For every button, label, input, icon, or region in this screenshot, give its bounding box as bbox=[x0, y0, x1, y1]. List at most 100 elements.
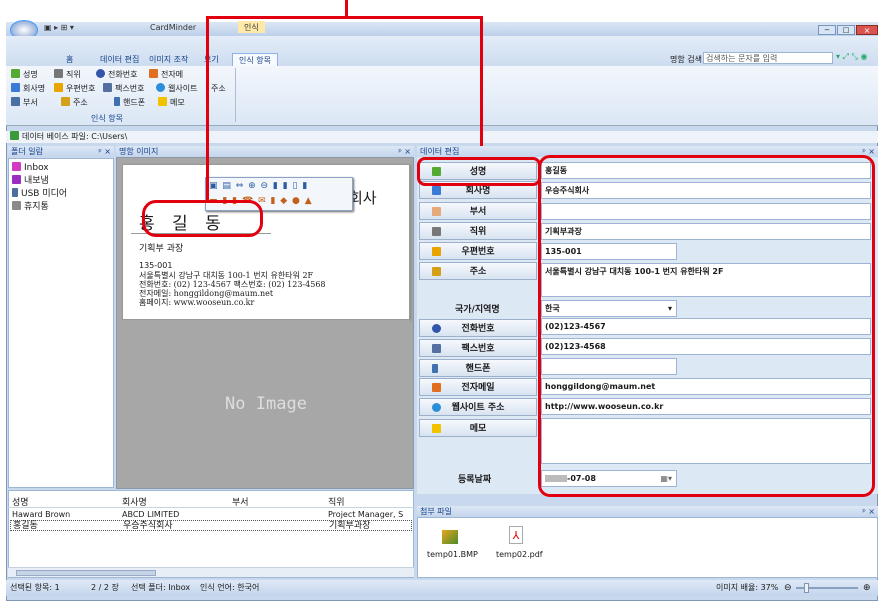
status-bar: 선택된 항목: 1 2 / 2 장 선택 폴더: Inbox 인식 언어: 한국… bbox=[6, 580, 878, 596]
phone-icon bbox=[96, 69, 105, 78]
field-button-memo[interactable]: 메모 bbox=[419, 419, 537, 437]
ribbon-item-fax[interactable]: 팩스번호 bbox=[103, 83, 144, 95]
field-button-postal[interactable]: 우편번호 bbox=[419, 242, 537, 260]
field-button-address[interactable]: 주소 bbox=[419, 262, 537, 280]
zoom-in-button[interactable]: ⊕ bbox=[863, 580, 871, 596]
house-icon bbox=[61, 97, 70, 106]
tab-home[interactable]: 홈 bbox=[60, 53, 79, 66]
scrollbar-thumb[interactable] bbox=[16, 570, 156, 576]
ribbon-item-label: 주소 bbox=[211, 84, 226, 93]
field-label: 우편번호 bbox=[461, 247, 495, 257]
ribbon-item-title[interactable]: 직위 bbox=[54, 69, 81, 81]
field-button-fax[interactable]: 팩스번호 bbox=[419, 339, 537, 357]
field-button-department[interactable]: 부서 bbox=[419, 202, 537, 220]
field-button-phone[interactable]: 전화번호 bbox=[419, 319, 537, 337]
horizontal-scrollbar[interactable] bbox=[8, 567, 414, 577]
department-icon bbox=[11, 97, 20, 106]
zoom-out-button[interactable]: ⊖ bbox=[784, 580, 792, 596]
ribbon-item-label: 주소 bbox=[73, 98, 88, 107]
ribbon-item-label: 직위 bbox=[66, 70, 81, 79]
zoom-slider[interactable] bbox=[796, 583, 858, 593]
memo-icon bbox=[158, 97, 167, 106]
tab-data-edit[interactable]: 데이터 편집 bbox=[94, 53, 145, 66]
field-label: 부서 bbox=[469, 207, 487, 217]
ribbon-item-label: 부서 bbox=[23, 98, 38, 107]
field-button-email[interactable]: 전자메일 bbox=[419, 378, 537, 396]
ribbon-item-department[interactable]: 부서 bbox=[11, 97, 38, 109]
bmp-file-icon[interactable] bbox=[442, 530, 458, 544]
ribbon-item-name[interactable]: 성명 bbox=[11, 69, 38, 81]
cell-title: Project Manager, S bbox=[328, 510, 404, 519]
no-image-area: No Image bbox=[122, 320, 410, 488]
globe-icon bbox=[156, 83, 165, 92]
tab-recognition-items[interactable]: 인식 항목 bbox=[232, 53, 278, 66]
ribbon-item-address2[interactable]: 주소 bbox=[61, 97, 88, 109]
folder-item-trash[interactable]: 휴지통 bbox=[12, 201, 49, 212]
folder-item-exported[interactable]: 내보냄 bbox=[12, 175, 49, 186]
card-company: 회사 bbox=[349, 189, 377, 207]
ribbon-tab-strip: 홈 데이터 편집 이미지 조작 보기 인식 항목 명함 검색: 검색하는 문자를… bbox=[6, 36, 878, 66]
panel-close-icon[interactable]: ᵖ × bbox=[862, 506, 875, 517]
folder-item-label: Inbox bbox=[24, 163, 49, 173]
table-row[interactable]: 홍길동 우승주식회사 기획부과장 bbox=[10, 520, 412, 531]
search-label: 명함 검색: bbox=[670, 55, 705, 64]
field-button-website[interactable]: 웹사이트 주소 bbox=[419, 398, 537, 416]
department-icon bbox=[432, 207, 441, 216]
close-button[interactable]: × bbox=[856, 25, 878, 35]
card-postal: 135-001 bbox=[139, 261, 173, 270]
card-web: 홈페이지: www.wooseun.co.kr bbox=[139, 298, 255, 307]
search-options-icon[interactable]: ▾ ⤢ ⤡ ◉ bbox=[836, 52, 867, 62]
field-label: 직위 bbox=[469, 227, 487, 237]
toolbar-icons-row1[interactable]: ▣ ▤ ⇔ ⊕ ⊖ ▮ ▮ ▯ ▮ bbox=[209, 181, 308, 191]
panel-close-icon[interactable]: ᵖ × bbox=[98, 146, 111, 157]
folder-item-label: USB 미디어 bbox=[21, 189, 68, 199]
ribbon-item-label: 성명 bbox=[23, 70, 38, 79]
ribbon-item-label: 팩스번호 bbox=[115, 84, 145, 93]
window-title: CardMinder bbox=[150, 23, 197, 32]
name-field-highlight bbox=[417, 157, 541, 186]
cell-name: Haward Brown bbox=[12, 510, 71, 519]
fax-icon bbox=[432, 344, 441, 353]
ribbon-item-memo[interactable]: 메모 bbox=[158, 97, 185, 109]
attachment-pdf-label[interactable]: temp02.pdf bbox=[496, 550, 543, 559]
table-row[interactable]: Haward Brown ABCD LIMITED Project Manage… bbox=[10, 510, 412, 520]
ribbon-item-phone[interactable]: 전화번호 bbox=[96, 69, 137, 81]
field-label: 핸드폰 bbox=[465, 364, 491, 374]
field-button-title[interactable]: 직위 bbox=[419, 222, 537, 240]
field-label: 회사명 bbox=[465, 186, 491, 196]
badge-icon bbox=[432, 227, 441, 236]
attachment-bmp-label[interactable]: temp01.BMP bbox=[427, 550, 478, 559]
card-search-input[interactable]: 검색하는 문자를 입력 bbox=[703, 52, 833, 64]
country-label: 국가/지역명 bbox=[455, 305, 500, 315]
ribbon-item-label: 회사명 bbox=[23, 84, 46, 93]
tab-image-operation[interactable]: 이미지 조작 bbox=[143, 53, 194, 66]
status-page: 2 / 2 장 bbox=[91, 583, 119, 592]
ribbon-item-mobile[interactable]: 핸드폰 bbox=[114, 97, 145, 109]
cell-company: 우승주식회사 bbox=[123, 521, 173, 531]
zoom-slider-thumb[interactable] bbox=[804, 583, 809, 593]
attachments-header: 첨부 파일 ᵖ × bbox=[417, 506, 878, 517]
ribbon-item-website[interactable]: 웹사이트 bbox=[156, 83, 197, 95]
ribbon-item-address[interactable]: 주소 bbox=[211, 83, 226, 95]
folder-panel-title: 폴더 일람 bbox=[11, 147, 43, 156]
cell-title: 기획부과장 bbox=[329, 521, 371, 531]
folder-item-inbox[interactable]: Inbox bbox=[12, 162, 49, 173]
phone-icon bbox=[432, 324, 441, 333]
ribbon-item-email[interactable]: 전자메 bbox=[149, 69, 183, 81]
field-button-mobile[interactable]: 핸드폰 bbox=[419, 359, 537, 377]
minimize-button[interactable]: − bbox=[818, 25, 836, 35]
ribbon-item-postal[interactable]: 우편번호 bbox=[54, 83, 95, 95]
panel-close-icon[interactable]: ᵖ × bbox=[398, 146, 411, 157]
quick-access-toolbar[interactable]: ▣ ▸ ⊞ ▾ bbox=[44, 23, 74, 32]
ribbon-item-label: 전자메 bbox=[161, 70, 184, 79]
database-icon bbox=[10, 131, 19, 140]
building-icon bbox=[11, 83, 20, 92]
title-bar: ▣ ▸ ⊞ ▾ CardMinder 인식 − □ × bbox=[6, 20, 878, 40]
folder-tree: Inbox 내보냄 USB 미디어 휴지통 bbox=[8, 158, 114, 488]
pdf-file-icon[interactable]: ⅄ bbox=[509, 526, 523, 544]
tab-view[interactable]: 보기 bbox=[198, 53, 225, 66]
folder-item-usb[interactable]: USB 미디어 bbox=[12, 188, 67, 199]
database-path-bar: 데이터 베이스 파일: C:\Users\ bbox=[6, 131, 878, 143]
maximize-button[interactable]: □ bbox=[837, 25, 855, 35]
ribbon-item-company[interactable]: 회사명 bbox=[11, 83, 45, 95]
